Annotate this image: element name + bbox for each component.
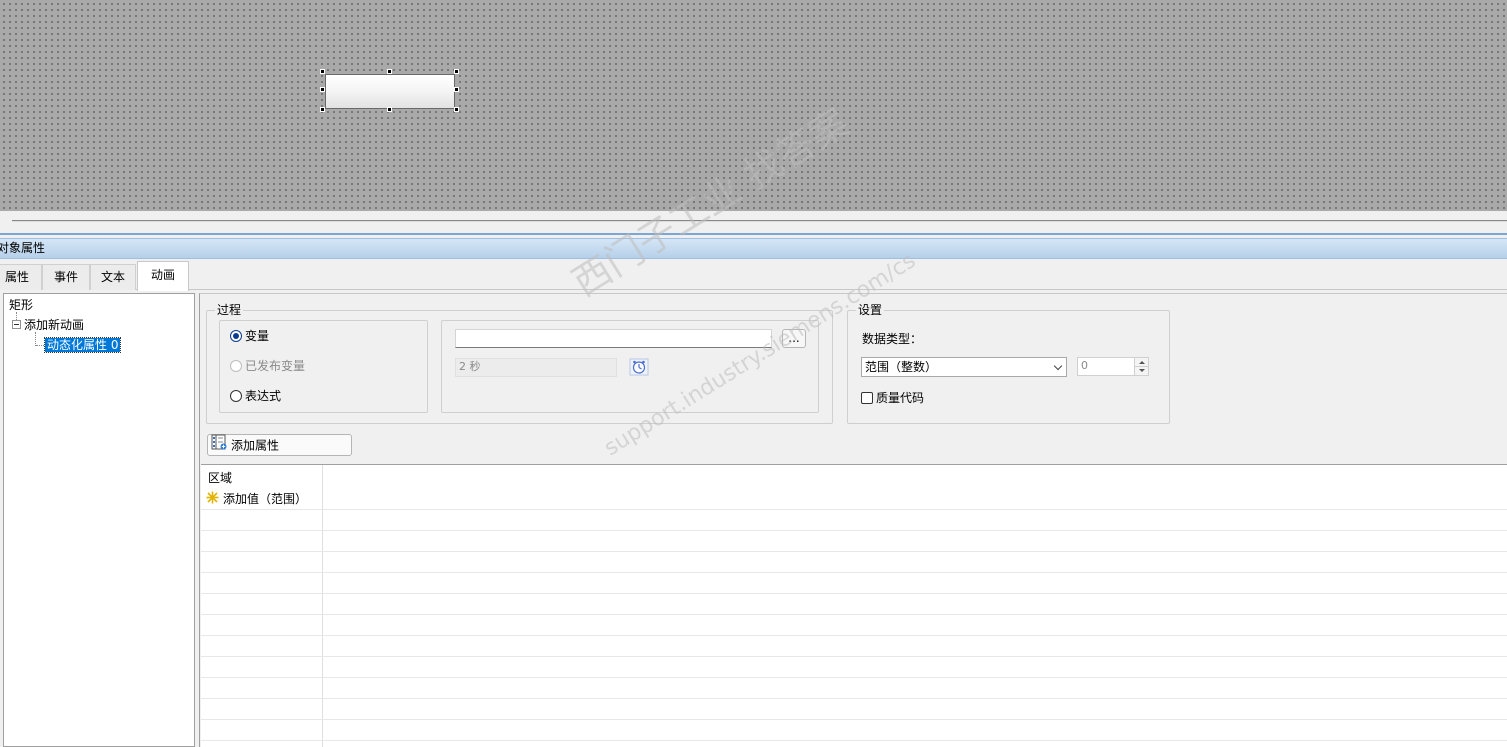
radio-label: 表达式 — [245, 389, 282, 403]
resize-handle[interactable] — [454, 107, 459, 112]
spin-buttons[interactable] — [1134, 358, 1149, 375]
table-row — [201, 489, 1507, 510]
splitter-line — [0, 233, 1507, 235]
resize-handle[interactable] — [320, 107, 325, 112]
properties-title-bar: 对象属性 — [0, 238, 1507, 259]
tree-connector — [35, 332, 36, 346]
grid-header: 区域 — [208, 471, 233, 485]
design-canvas[interactable] — [0, 0, 1507, 211]
resize-handle[interactable] — [454, 69, 459, 74]
radio-label: 已发布变量 — [245, 359, 306, 373]
data-type-label: 数据类型： — [862, 332, 923, 346]
tree-node-label: 动态化属性 0 — [43, 337, 122, 353]
value-spinbox[interactable]: 0 — [1077, 357, 1149, 376]
quality-code-checkbox[interactable]: 质量代码 — [861, 391, 924, 405]
spin-value: 0 — [1081, 359, 1088, 372]
radio-icon — [230, 389, 242, 402]
panel-title: 对象属性 — [0, 241, 46, 255]
range-grid: 区域 添加值（范围） — [201, 464, 1507, 747]
radio-expression[interactable]: 表达式 — [230, 389, 281, 403]
tree-node-dynamic-property[interactable]: 动态化属性 0 — [43, 337, 122, 353]
table-row — [201, 510, 1507, 531]
table-row — [201, 699, 1507, 720]
table-row — [201, 657, 1507, 678]
add-property-icon — [211, 434, 227, 456]
radio-icon — [230, 359, 242, 372]
table-row — [201, 678, 1507, 699]
update-cycle-field: 2 秒 — [455, 358, 617, 377]
quality-code-label: 质量代码 — [876, 391, 925, 405]
radio-published-variable: 已发布变量 — [230, 359, 305, 373]
chevron-down-icon — [1053, 361, 1063, 371]
checkbox-icon — [861, 391, 873, 404]
clock-icon[interactable] — [629, 358, 649, 376]
table-row — [201, 531, 1507, 552]
tree-node-label: 添加新动画 — [24, 318, 85, 332]
tree-node-rectangle[interactable]: 矩形 — [9, 297, 33, 313]
animation-tree: 矩形 添加新动画 动态化属性 0 — [3, 293, 195, 747]
radio-variable[interactable]: 变量 — [230, 329, 269, 343]
table-row — [201, 552, 1507, 573]
table-row — [201, 573, 1507, 594]
collapse-icon[interactable] — [12, 320, 21, 329]
add-property-button[interactable]: 添加属性 — [207, 434, 352, 456]
resize-handle[interactable] — [320, 69, 325, 74]
variable-input[interactable] — [455, 329, 772, 348]
settings-legend: 设置 — [856, 303, 885, 317]
data-type-value: 范围（整数） — [865, 360, 938, 374]
radio-selected-icon — [230, 329, 242, 342]
table-row — [201, 594, 1507, 615]
resize-handle[interactable] — [454, 87, 459, 92]
tab-label: 属性 — [4, 270, 29, 284]
rectangle-object[interactable] — [325, 74, 455, 109]
resize-handle[interactable] — [387, 69, 392, 74]
radio-label: 变量 — [245, 329, 270, 343]
tab-animation[interactable]: 动画 — [137, 261, 189, 291]
scrollbar-track — [12, 220, 1507, 222]
table-row — [201, 636, 1507, 657]
browse-label: ... — [788, 331, 800, 345]
resize-handle[interactable] — [320, 87, 325, 92]
table-row — [201, 615, 1507, 636]
table-row — [201, 720, 1507, 741]
tree-node-add-animation[interactable]: 添加新动画 — [12, 317, 84, 333]
tab-text[interactable]: 文本 — [90, 264, 136, 290]
resize-handle[interactable] — [387, 107, 392, 112]
tab-bar: 属性 事件 文本 动画 — [0, 261, 1507, 291]
data-type-select[interactable]: 范围（整数） — [861, 357, 1067, 377]
tab-label: 文本 — [100, 270, 125, 284]
panel-splitter[interactable] — [0, 211, 1507, 237]
tree-node-label: 矩形 — [9, 298, 34, 312]
update-cycle-value: 2 秒 — [459, 360, 481, 373]
tab-properties[interactable]: 属性 — [0, 264, 42, 290]
tab-label: 动画 — [150, 268, 175, 282]
browse-button[interactable]: ... — [782, 329, 806, 348]
process-legend: 过程 — [215, 303, 244, 317]
tab-events[interactable]: 事件 — [42, 264, 90, 290]
add-property-label: 添加属性 — [231, 438, 280, 453]
tab-label: 事件 — [53, 270, 78, 284]
